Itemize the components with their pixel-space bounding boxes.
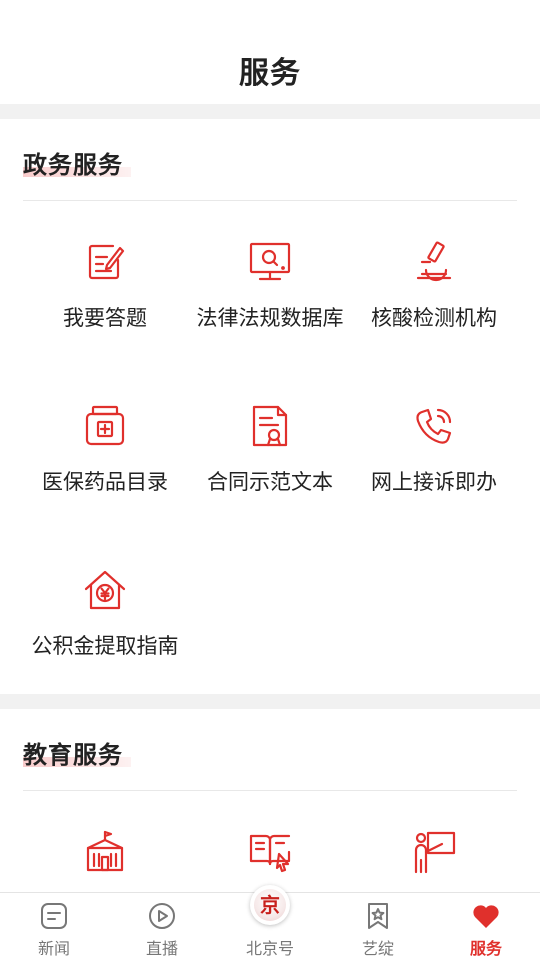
service-item-label: 网上接诉即办 — [371, 470, 497, 494]
bookmark-star-icon — [363, 901, 393, 931]
tab-live[interactable]: 直播 — [108, 893, 216, 960]
edit-note-icon — [83, 240, 127, 284]
section-gap — [0, 104, 540, 119]
heart-icon — [471, 901, 501, 931]
tab-beijing-account[interactable]: 京 北京号 — [216, 885, 324, 960]
education-services-section: 教育服务 — [0, 709, 540, 892]
tab-label: 北京号 — [245, 939, 294, 958]
service-item-nucleic-test[interactable]: 核酸检测机构 — [344, 240, 524, 370]
school-building-icon — [83, 830, 127, 874]
section-header: 教育服务 — [23, 735, 131, 769]
service-item-label: 公积金提取指南 — [31, 634, 179, 658]
section-header: 政务服务 — [23, 145, 131, 179]
tab-label: 艺绽 — [361, 939, 394, 958]
tab-label: 直播 — [145, 939, 178, 958]
section-title: 政务服务 — [23, 151, 123, 179]
tab-services[interactable]: 服务 — [432, 893, 540, 960]
section-gap — [0, 694, 540, 709]
teacher-board-icon — [412, 830, 456, 874]
microscope-icon — [412, 240, 456, 284]
government-services-section: 政务服务 我要答题 法律法规数据库 核酸检测机构 医保药品目录 合同示范文本 网… — [0, 119, 540, 694]
contract-document-icon — [248, 404, 292, 448]
tab-yizhan[interactable]: 艺绽 — [324, 893, 432, 960]
section-divider — [23, 200, 517, 201]
monitor-search-icon — [248, 240, 292, 284]
service-item-answer-quiz[interactable]: 我要答题 — [15, 240, 195, 370]
tab-label: 服务 — [469, 939, 502, 958]
page-header: 服务 — [0, 0, 540, 104]
bottom-tab-bar: 新闻 直播 京 北京号 艺绽 服务 — [0, 885, 540, 960]
house-fund-icon — [83, 568, 127, 612]
news-icon — [39, 901, 69, 931]
service-item-hotline[interactable]: 网上接诉即办 — [344, 404, 524, 534]
play-icon — [147, 901, 177, 931]
service-item-housing-fund[interactable]: 公积金提取指南 — [15, 568, 195, 698]
tab-news[interactable]: 新闻 — [0, 893, 108, 960]
service-item-label: 核酸检测机构 — [371, 306, 497, 330]
tab-label: 新闻 — [37, 939, 70, 958]
badge-text: 京 — [254, 889, 286, 921]
medicine-bottle-icon — [83, 404, 127, 448]
page-title: 服务 — [239, 56, 301, 91]
phone-call-icon — [412, 404, 456, 448]
section-divider — [23, 790, 517, 791]
open-book-cursor-icon — [248, 830, 292, 874]
service-item-contract-templates[interactable]: 合同示范文本 — [180, 404, 360, 534]
service-item-law-database[interactable]: 法律法规数据库 — [180, 240, 360, 370]
beijing-badge-icon: 京 — [250, 885, 290, 925]
service-item-medicine-catalog[interactable]: 医保药品目录 — [15, 404, 195, 534]
section-title: 教育服务 — [23, 741, 123, 769]
